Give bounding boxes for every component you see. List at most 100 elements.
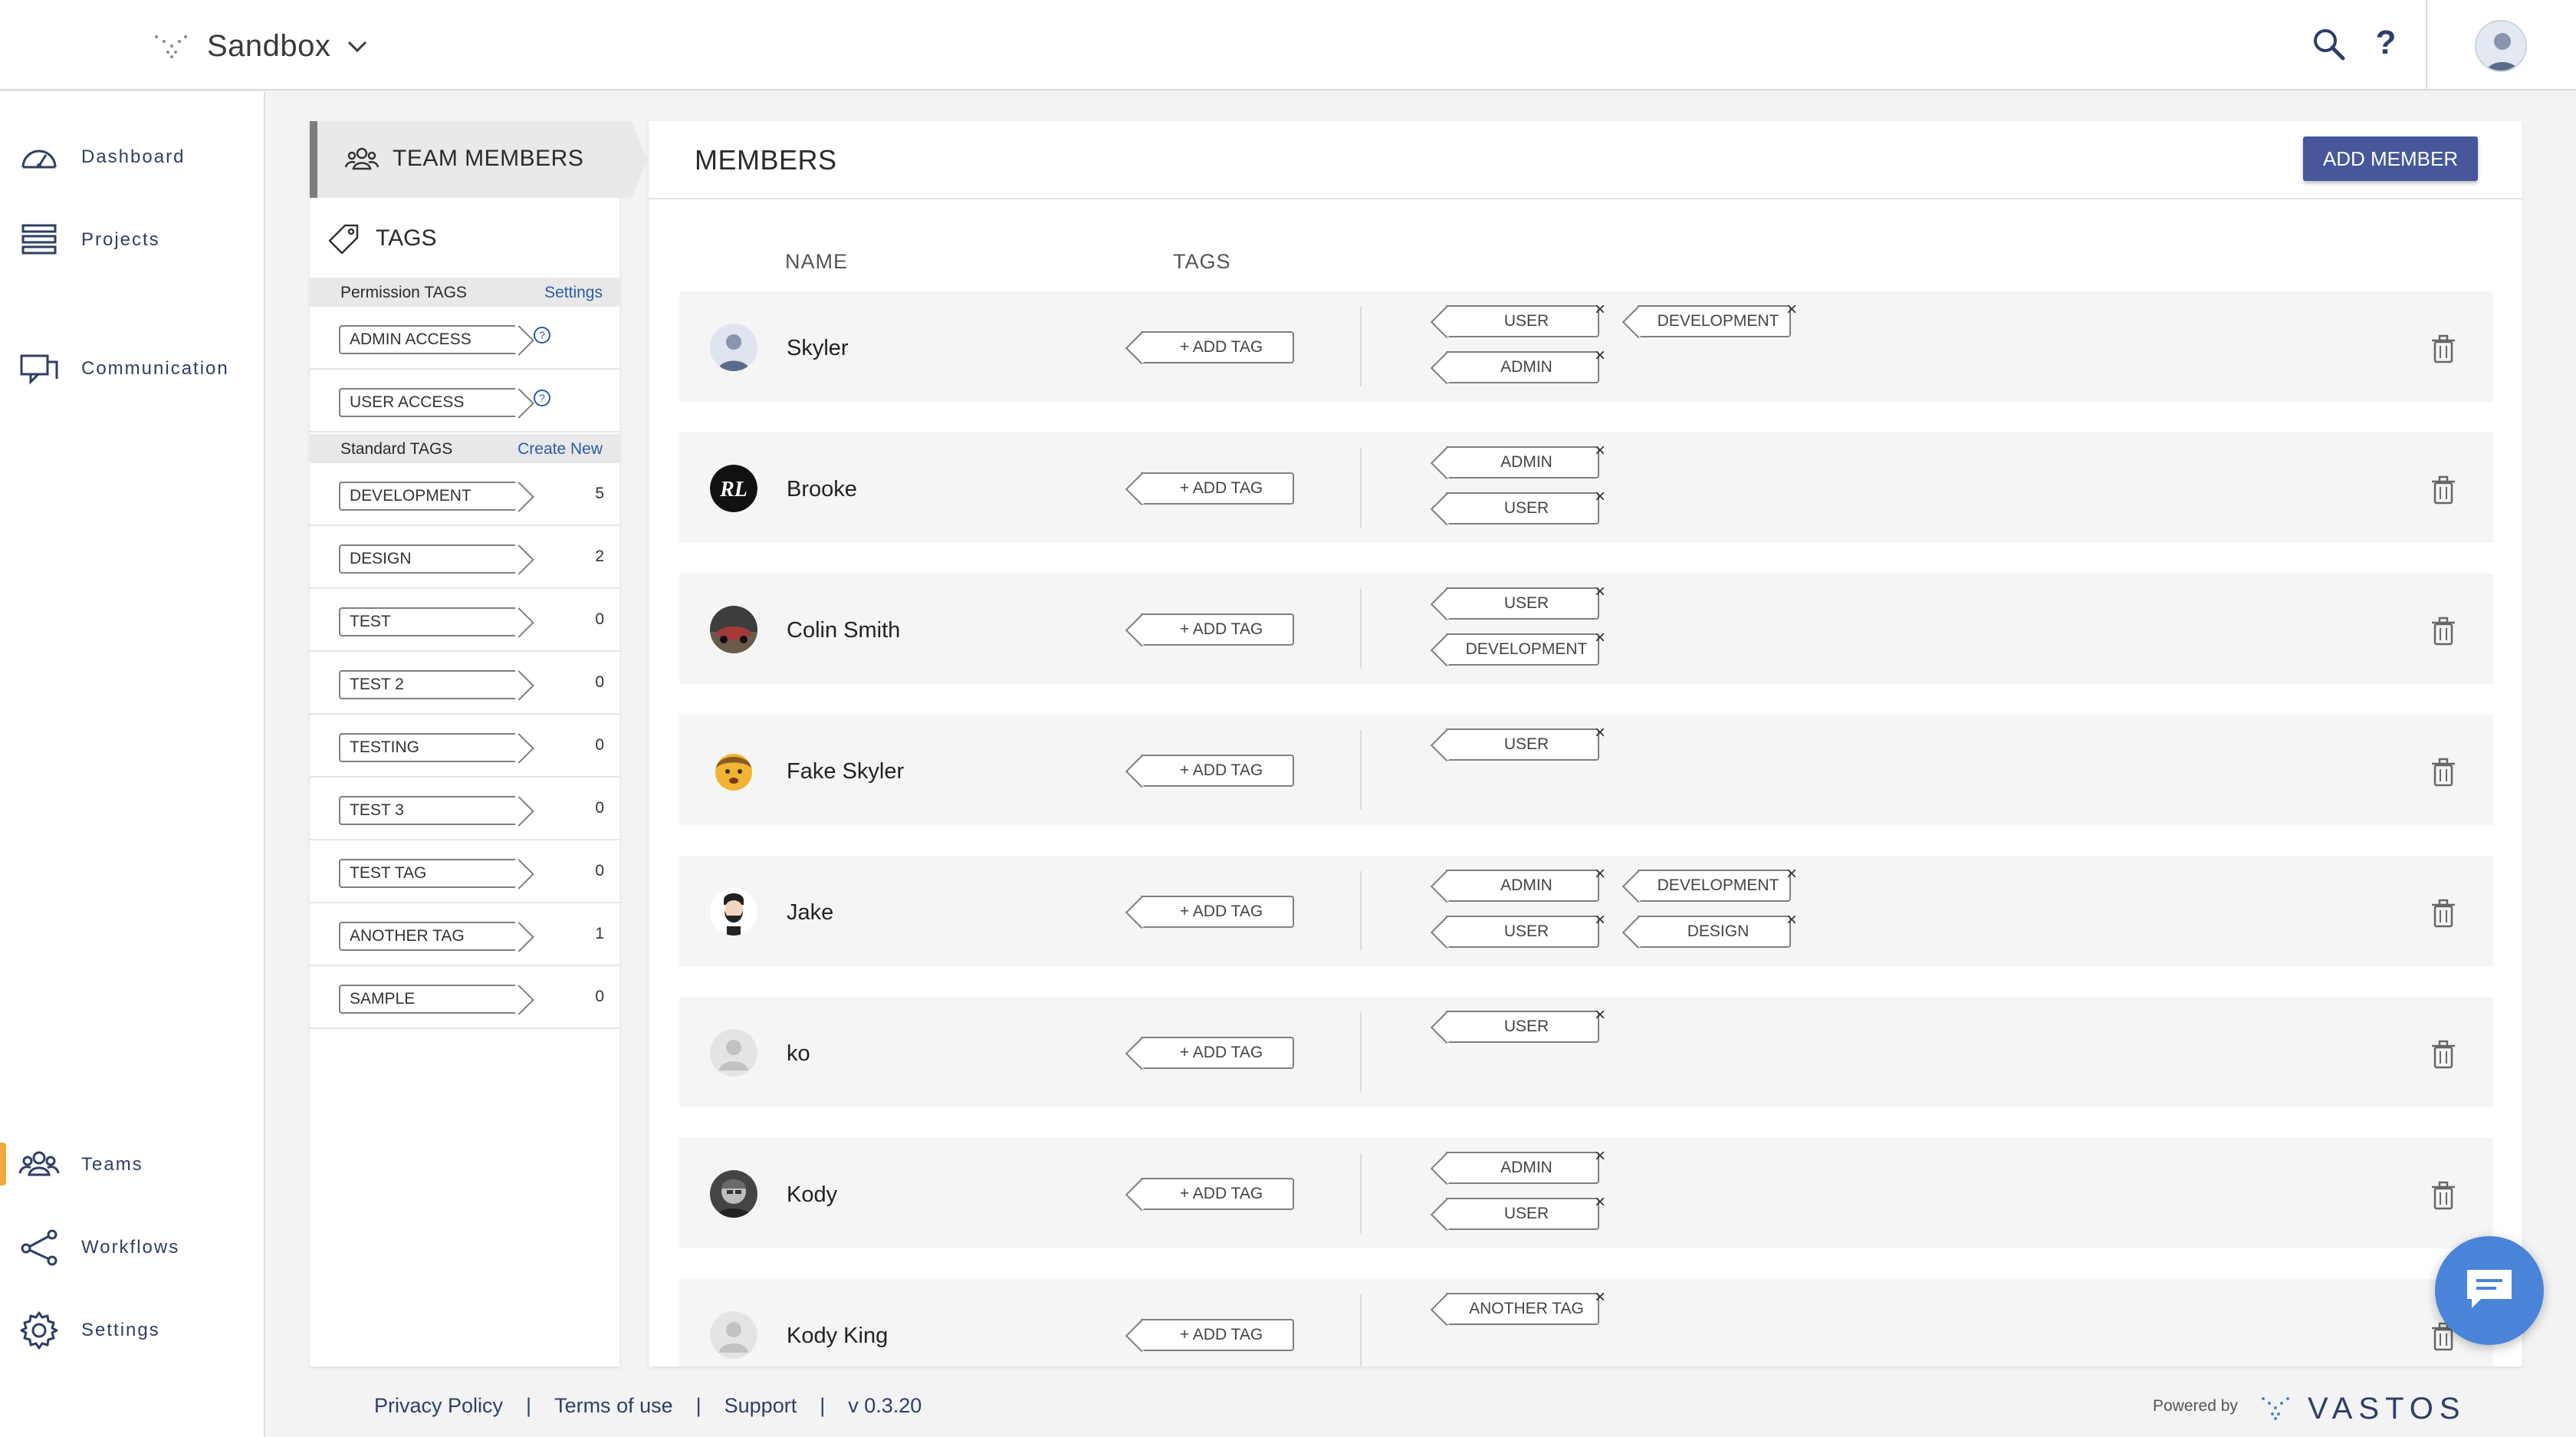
- standard-tags-title: Standard TAGS: [340, 440, 453, 458]
- user-avatar[interactable]: [2475, 20, 2527, 72]
- trash-icon[interactable]: [2430, 334, 2456, 363]
- workspace-switcher[interactable]: Sandbox: [153, 23, 370, 69]
- add-tag-button[interactable]: + ADD TAG: [1141, 1037, 1294, 1069]
- tag-chip[interactable]: TESTING: [339, 733, 515, 762]
- sidebar-nav: Dashboard Projects Communication Teams W…: [0, 92, 265, 1437]
- standard-tag-row: TEST 3 0: [310, 778, 619, 840]
- info-icon[interactable]: ?: [532, 325, 552, 345]
- member-row: ko + ADD TAG USER ×: [679, 997, 2493, 1107]
- standard-tag-row: DEVELOPMENT 5: [310, 463, 619, 526]
- tag-chip[interactable]: ANOTHER TAG: [339, 922, 515, 951]
- trash-icon[interactable]: [2430, 475, 2456, 505]
- sidebar-item-communication[interactable]: Communication: [0, 342, 264, 396]
- add-tag-button[interactable]: + ADD TAG: [1141, 1178, 1294, 1210]
- trash-icon[interactable]: [2430, 758, 2456, 787]
- search-icon[interactable]: [2311, 26, 2348, 63]
- member-tag: DEVELOPMENT: [1638, 870, 1791, 902]
- add-tag-button[interactable]: + ADD TAG: [1141, 1319, 1294, 1351]
- remove-tag-icon[interactable]: ×: [1592, 347, 1608, 365]
- permission-tag-row: USER ACCESS ?: [310, 370, 619, 432]
- avatar: [710, 747, 757, 794]
- sidebar-item-teams[interactable]: Teams: [0, 1138, 264, 1192]
- remove-tag-icon[interactable]: ×: [1592, 1006, 1608, 1024]
- row-divider: [1360, 730, 1362, 810]
- chat-bubble-icon: [2467, 1270, 2512, 1308]
- standard-tag-row: TEST 0: [310, 589, 619, 652]
- trash-icon[interactable]: [2430, 1040, 2456, 1069]
- add-member-button[interactable]: ADD MEMBER: [2303, 136, 2478, 181]
- powered-by-label: Powered by: [2153, 1397, 2238, 1415]
- avatar: [710, 324, 757, 371]
- avatar: [710, 1311, 757, 1359]
- tab-tags-label: TAGS: [376, 225, 437, 251]
- sidebar-item-label: Projects: [81, 229, 160, 250]
- member-tag: DESIGN: [1638, 916, 1791, 948]
- add-tag-button[interactable]: + ADD TAG: [1141, 472, 1294, 505]
- terms-of-use-link[interactable]: Terms of use: [554, 1394, 673, 1418]
- member-tag: USER: [1446, 305, 1599, 337]
- tag-chip[interactable]: USER ACCESS: [339, 388, 515, 417]
- member-tag: USER: [1446, 1198, 1599, 1230]
- remove-tag-icon[interactable]: ×: [1592, 301, 1608, 319]
- remove-tag-icon[interactable]: ×: [1592, 583, 1608, 601]
- tag-chip[interactable]: DESIGN: [339, 544, 515, 574]
- help-icon[interactable]: ?: [2371, 23, 2401, 63]
- trash-icon[interactable]: [2430, 617, 2456, 646]
- add-tag-button[interactable]: + ADD TAG: [1141, 331, 1294, 363]
- permission-tags-header: Permission TAGS Settings: [310, 278, 619, 307]
- remove-tag-icon[interactable]: ×: [1592, 865, 1608, 883]
- info-icon[interactable]: ?: [532, 388, 552, 408]
- remove-tag-icon[interactable]: ×: [1783, 865, 1800, 883]
- sidebar-item-dashboard[interactable]: Dashboard: [0, 130, 264, 184]
- trash-icon[interactable]: [2430, 1181, 2456, 1210]
- remove-tag-icon[interactable]: ×: [1592, 488, 1608, 506]
- add-tag-button[interactable]: + ADD TAG: [1141, 613, 1294, 646]
- add-tag-button[interactable]: + ADD TAG: [1141, 896, 1294, 928]
- member-row: Colin Smith + ADD TAG USER × DEVELOPMENT…: [679, 574, 2493, 684]
- row-divider: [1360, 448, 1362, 528]
- tag-chip[interactable]: DEVELOPMENT: [339, 482, 515, 511]
- support-link[interactable]: Support: [724, 1394, 797, 1418]
- permission-settings-link[interactable]: Settings: [544, 284, 603, 302]
- member-row: Kody + ADD TAG ADMIN × USER ×: [679, 1138, 2493, 1248]
- trash-icon[interactable]: [2430, 899, 2456, 928]
- workspace-name: Sandbox: [207, 28, 331, 63]
- tag-member-count: 0: [595, 988, 604, 1005]
- tab-tags[interactable]: TAGS: [328, 219, 436, 258]
- member-row: RL Brooke + ADD TAG ADMIN × USER ×: [679, 432, 2493, 543]
- remove-tag-icon[interactable]: ×: [1592, 442, 1608, 460]
- remove-tag-icon[interactable]: ×: [1592, 1288, 1608, 1307]
- remove-tag-icon[interactable]: ×: [1592, 911, 1608, 929]
- remove-tag-icon[interactable]: ×: [1783, 301, 1800, 319]
- tag-chip[interactable]: SAMPLE: [339, 985, 515, 1014]
- tag-chip[interactable]: TEST 3: [339, 796, 515, 825]
- tag-chip[interactable]: ADMIN ACCESS: [339, 325, 515, 354]
- sidebar-item-workflows[interactable]: Workflows: [0, 1221, 264, 1274]
- team-icon: [345, 147, 379, 170]
- share-icon: [21, 1229, 58, 1266]
- create-new-tag-link[interactable]: Create New: [518, 440, 603, 459]
- tab-team-members[interactable]: TEAM MEMBERS: [310, 121, 647, 198]
- remove-tag-icon[interactable]: ×: [1592, 1193, 1608, 1212]
- sidebar-item-settings[interactable]: Settings: [0, 1304, 264, 1357]
- avatar: RL: [710, 465, 757, 512]
- tag-chip[interactable]: TEST: [339, 607, 515, 636]
- remove-tag-icon[interactable]: ×: [1592, 724, 1608, 742]
- avatar: [710, 1170, 757, 1218]
- tag-chip[interactable]: TEST TAG: [339, 859, 515, 888]
- remove-tag-icon[interactable]: ×: [1783, 911, 1800, 929]
- svg-text:RL: RL: [719, 478, 748, 501]
- member-tag: USER: [1446, 916, 1599, 948]
- row-divider: [1360, 1294, 1362, 1366]
- remove-tag-icon[interactable]: ×: [1592, 1147, 1608, 1166]
- chat-button[interactable]: [2435, 1236, 2544, 1345]
- tag-chip[interactable]: TEST 2: [339, 670, 515, 699]
- sidebar-item-projects[interactable]: Projects: [0, 213, 264, 267]
- avatar: [710, 1029, 757, 1077]
- tags-panel: TEAM MEMBERS TAGS Permission TAGS Settin…: [310, 121, 647, 1366]
- add-tag-button[interactable]: + ADD TAG: [1141, 755, 1294, 787]
- footer-separator: |: [526, 1394, 532, 1417]
- remove-tag-icon[interactable]: ×: [1592, 629, 1608, 647]
- privacy-policy-link[interactable]: Privacy Policy: [374, 1394, 503, 1418]
- permission-tag-row: ADMIN ACCESS ?: [310, 307, 619, 370]
